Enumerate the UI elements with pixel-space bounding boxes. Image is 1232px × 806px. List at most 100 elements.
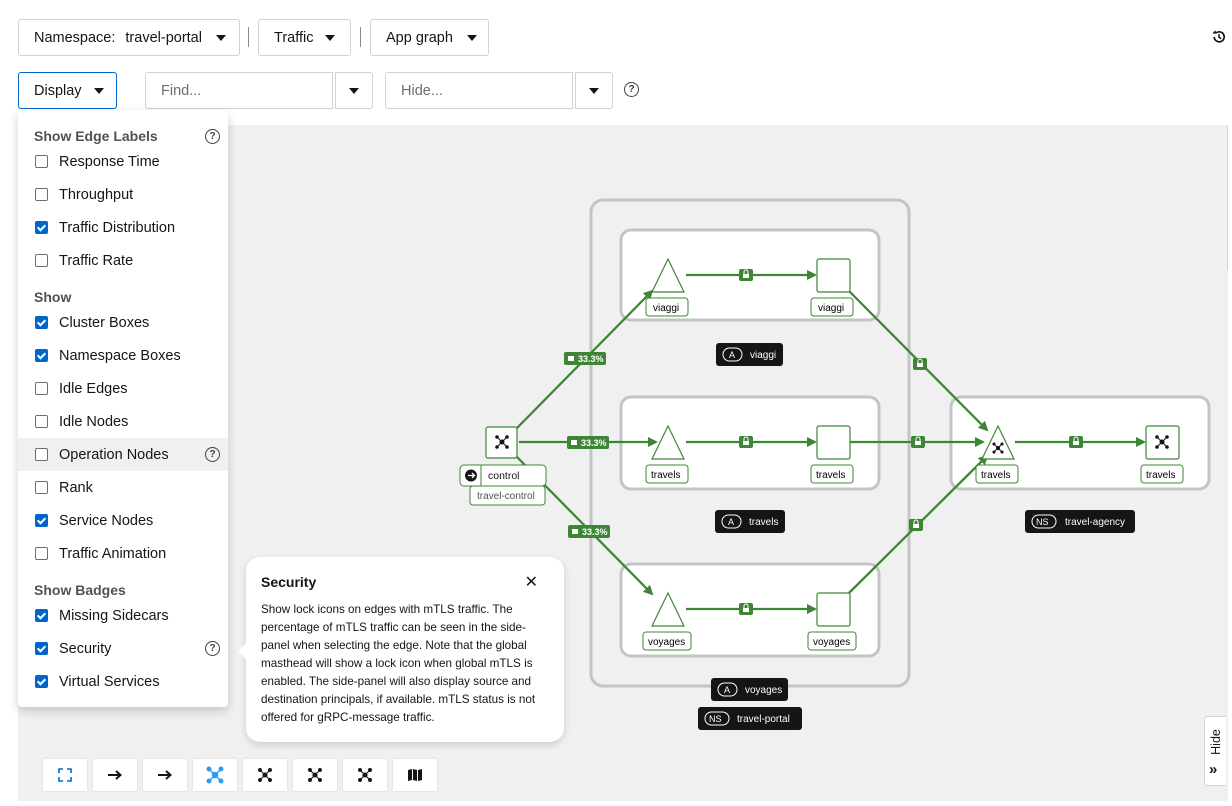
node-label-voyages-app: voyages bbox=[642, 631, 692, 651]
menu-item-missing-sidecars[interactable]: Missing Sidecars bbox=[18, 599, 228, 632]
display-label: Display bbox=[34, 82, 82, 99]
history-icon[interactable] bbox=[1211, 29, 1227, 45]
layout-dagre-button[interactable] bbox=[92, 758, 138, 792]
hide-label: Hide bbox=[1209, 729, 1223, 755]
lock-icon bbox=[739, 603, 753, 615]
menu-item-idle-nodes[interactable]: Idle Nodes bbox=[18, 405, 228, 438]
checkbox[interactable] bbox=[35, 382, 48, 395]
menu-item-security[interactable]: Security? bbox=[18, 632, 228, 665]
node-workload-travels-agency[interactable] bbox=[1145, 425, 1180, 460]
checkbox[interactable] bbox=[35, 415, 48, 428]
checkbox-checked[interactable] bbox=[35, 675, 48, 688]
edge-label-voyages: 33.3% bbox=[568, 525, 610, 538]
topology-icon bbox=[308, 768, 322, 782]
hide-side-panel-tab[interactable]: Hide » bbox=[1204, 716, 1226, 786]
topology-icon bbox=[358, 768, 372, 782]
topology-icon bbox=[206, 766, 224, 784]
checkbox-checked[interactable] bbox=[35, 642, 48, 655]
graph-border-right bbox=[1227, 125, 1228, 270]
badges-heading: Show Badges bbox=[34, 582, 126, 598]
menu-item-namespace-boxes[interactable]: Namespace Boxes bbox=[18, 339, 228, 372]
fit-to-screen-button[interactable] bbox=[42, 758, 88, 792]
svg-text:viaggi: viaggi bbox=[818, 303, 844, 314]
menu-item-rank[interactable]: Rank bbox=[18, 471, 228, 504]
checkbox-checked[interactable] bbox=[35, 514, 48, 527]
svg-text:control: control bbox=[488, 470, 520, 482]
checkbox-checked[interactable] bbox=[35, 609, 48, 622]
display-dropdown[interactable]: Display bbox=[18, 72, 117, 109]
traffic-dropdown[interactable]: Traffic bbox=[258, 19, 351, 56]
checkbox[interactable] bbox=[35, 188, 48, 201]
caret-down-icon bbox=[589, 87, 599, 94]
find-placeholder: Find... bbox=[161, 82, 202, 99]
menu-item-label: Rank bbox=[59, 479, 93, 496]
edge-labels-help-icon[interactable]: ? bbox=[205, 129, 220, 144]
security-help-icon[interactable]: ? bbox=[205, 641, 220, 656]
lock-icon bbox=[913, 358, 927, 370]
find-input[interactable]: Find... bbox=[145, 72, 333, 109]
find-history-toggle[interactable] bbox=[335, 72, 373, 109]
close-icon[interactable]: ✕ bbox=[525, 572, 538, 592]
hide-input[interactable]: Hide... bbox=[385, 72, 573, 109]
popover-body: Show lock icons on edges with mTLS traff… bbox=[261, 603, 536, 724]
menu-item-traffic-rate[interactable]: Traffic Rate bbox=[18, 244, 228, 277]
layout-cose-bilkent-button[interactable] bbox=[292, 758, 338, 792]
node-label-control: control travel-control bbox=[459, 464, 547, 506]
menu-item-traffic-animation[interactable]: Traffic Animation bbox=[18, 537, 228, 570]
hide-history-toggle[interactable] bbox=[575, 72, 613, 109]
legend-button[interactable] bbox=[392, 758, 438, 792]
menu-item-idle-edges[interactable]: Idle Edges bbox=[18, 372, 228, 405]
menu-item-cluster-boxes[interactable]: Cluster Boxes bbox=[18, 306, 228, 339]
checkbox-checked[interactable] bbox=[35, 349, 48, 362]
menu-item-label: Response Time bbox=[59, 153, 160, 170]
layout-cola-button[interactable] bbox=[242, 758, 288, 792]
svg-text:travel-control: travel-control bbox=[477, 491, 535, 502]
toolbar-divider bbox=[248, 27, 249, 47]
menu-item-service-nodes[interactable]: Service Nodes bbox=[18, 504, 228, 537]
menu-item-label: Idle Nodes bbox=[59, 413, 129, 430]
menu-item-virtual-services[interactable]: Virtual Services bbox=[18, 665, 228, 698]
svg-text:A: A bbox=[729, 350, 735, 360]
node-label-travels-app: travels bbox=[645, 464, 689, 484]
layout-cose-button[interactable] bbox=[192, 758, 238, 792]
node-workload-voyages[interactable] bbox=[816, 592, 851, 627]
node-workload-viaggi[interactable] bbox=[816, 258, 851, 293]
checkbox[interactable] bbox=[35, 155, 48, 168]
svg-text:A: A bbox=[728, 517, 734, 527]
lock-icon bbox=[739, 436, 753, 448]
menu-item-label: Service Nodes bbox=[59, 512, 154, 529]
menu-item-operation-nodes[interactable]: Operation Nodes? bbox=[18, 438, 228, 471]
box-label-app-voyages: A voyages bbox=[711, 678, 788, 701]
svg-text:travel-agency: travel-agency bbox=[1065, 517, 1125, 528]
menu-item-label: Traffic Animation bbox=[59, 545, 167, 562]
find-hide-help-icon[interactable]: ? bbox=[624, 82, 639, 97]
node-control[interactable] bbox=[485, 426, 518, 459]
layout-grid-button[interactable] bbox=[142, 758, 188, 792]
namespace-dropdown[interactable]: Namespace: travel-portal bbox=[18, 19, 240, 56]
caret-down-icon bbox=[349, 87, 359, 94]
checkbox-checked[interactable] bbox=[35, 316, 48, 329]
svg-text:viaggi: viaggi bbox=[750, 350, 776, 361]
operation-nodes-help-icon[interactable]: ? bbox=[205, 447, 220, 462]
node-label-travels-workload: travels bbox=[810, 464, 854, 484]
svg-text:A: A bbox=[724, 685, 730, 695]
checkbox[interactable] bbox=[35, 481, 48, 494]
box-label-ns-travel-agency: NS travel-agency bbox=[1025, 510, 1135, 533]
svg-text:voyages: voyages bbox=[648, 637, 685, 648]
layout-spread-button[interactable] bbox=[342, 758, 388, 792]
arrow-right-icon bbox=[108, 770, 123, 780]
node-workload-travels[interactable] bbox=[816, 425, 851, 460]
menu-item-response-time[interactable]: Response Time bbox=[18, 145, 228, 178]
checkbox-checked[interactable] bbox=[35, 221, 48, 234]
checkbox[interactable] bbox=[35, 448, 48, 461]
graph-type-dropdown[interactable]: App graph bbox=[370, 19, 489, 56]
checkbox[interactable] bbox=[35, 254, 48, 267]
toolbar-divider bbox=[360, 27, 361, 47]
node-label-viaggi-app: viaggi bbox=[645, 297, 689, 317]
checkbox[interactable] bbox=[35, 547, 48, 560]
node-label-travels-agency-workload: travels bbox=[1140, 464, 1184, 484]
menu-item-throughput[interactable]: Throughput bbox=[18, 178, 228, 211]
box-label-ns-travel-portal: NS travel-portal bbox=[698, 707, 802, 730]
menu-item-label: Traffic Rate bbox=[59, 252, 134, 269]
menu-item-traffic-distribution[interactable]: Traffic Distribution bbox=[18, 211, 228, 244]
